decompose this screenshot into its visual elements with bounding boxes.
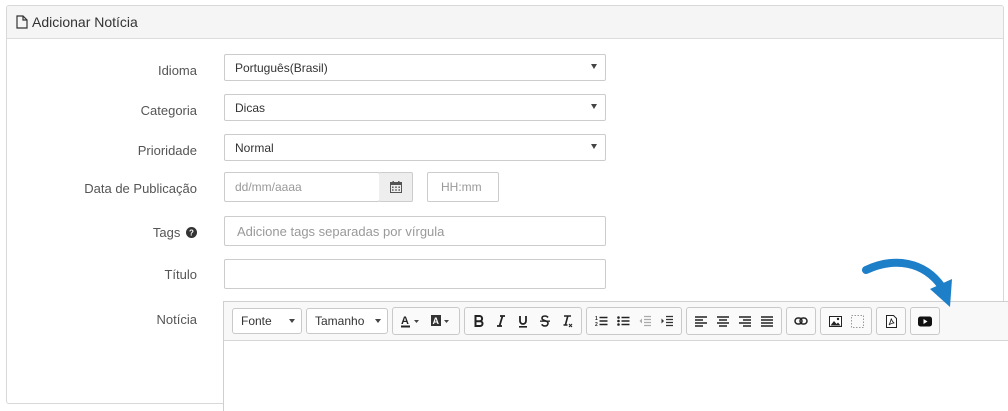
underline-button[interactable] [513, 311, 533, 331]
question-circle-icon[interactable]: ? [186, 227, 197, 238]
tags-input[interactable]: Adicione tags separadas por vírgula [224, 216, 606, 246]
svg-text:A: A [433, 316, 440, 326]
strikethrough-icon [540, 315, 550, 327]
data-publicacao-label: Data de Publicação [84, 181, 197, 196]
numbered-list-button[interactable]: 12 [591, 311, 611, 331]
list-group: 12 [586, 307, 682, 335]
align-right-button[interactable] [735, 311, 755, 331]
date-input[interactable]: dd/mm/aaaa [224, 172, 380, 202]
background-color-button[interactable]: A [427, 311, 455, 331]
idioma-value: Português(Brasil) [235, 60, 328, 75]
align-group [686, 307, 782, 335]
idioma-label: Idioma [157, 63, 197, 78]
size-combo-label: Tamanho [315, 314, 365, 328]
italic-button[interactable] [491, 311, 511, 331]
justify-button[interactable] [757, 311, 777, 331]
chevron-down-icon [289, 319, 295, 323]
bulleted-list-button[interactable] [613, 311, 633, 331]
chevron-down-icon [591, 144, 597, 149]
calendar-button[interactable] [379, 172, 413, 202]
date-placeholder: dd/mm/aaaa [235, 180, 302, 194]
bold-icon [474, 315, 484, 327]
idioma-select[interactable]: Português(Brasil) [224, 54, 606, 81]
youtube-icon [918, 316, 932, 326]
titulo-label: Título [164, 267, 197, 282]
text-color-icon: A [401, 315, 419, 328]
time-placeholder: HH:mm [441, 180, 482, 194]
link-group [786, 307, 816, 335]
size-combo[interactable]: Tamanho [306, 308, 388, 334]
link-button[interactable] [791, 311, 811, 331]
link-icon [794, 317, 808, 325]
font-combo-label: Fonte [241, 314, 272, 328]
remove-format-icon [563, 314, 573, 327]
categoria-label: Categoria [140, 103, 197, 118]
svg-text:2: 2 [595, 322, 598, 327]
prioridade-label: Prioridade [137, 143, 197, 158]
background-color-icon: A [431, 315, 449, 326]
chevron-down-icon [591, 104, 597, 109]
increase-indent-icon [661, 315, 673, 327]
numbered-list-icon: 12 [595, 316, 607, 327]
align-center-button[interactable] [713, 311, 733, 331]
image-icon [828, 315, 842, 327]
noticia-label: Notícia [156, 312, 197, 327]
panel-title: Adicionar Notícia [32, 14, 138, 30]
panel-header: Adicionar Notícia [7, 6, 1003, 39]
time-input[interactable]: HH:mm [427, 172, 499, 202]
increase-indent-button[interactable] [657, 311, 677, 331]
file-icon [16, 15, 28, 29]
font-combo[interactable]: Fonte [232, 308, 302, 334]
news-editor: Fonte Tamanho A A 12 [223, 301, 1008, 411]
categoria-value: Dicas [235, 100, 266, 115]
format-group [464, 307, 582, 335]
italic-icon [497, 315, 505, 327]
svg-text:?: ? [189, 229, 194, 238]
align-right-icon [739, 315, 751, 327]
bulleted-list-icon [616, 316, 629, 326]
chevron-down-icon [375, 319, 381, 323]
prioridade-select[interactable]: Normal [224, 134, 606, 161]
bold-button[interactable] [469, 311, 489, 331]
tags-label: Tags ? [153, 225, 197, 240]
text-color-button[interactable]: A [397, 311, 425, 331]
justify-icon [761, 315, 773, 327]
decrease-indent-button[interactable] [635, 311, 655, 331]
calendar-icon [389, 181, 402, 193]
align-left-icon [695, 315, 707, 327]
underline-icon [519, 315, 527, 328]
tags-label-text: Tags [152, 225, 181, 240]
annotation-arrow-icon [862, 258, 952, 307]
color-group: A A [392, 307, 460, 335]
remove-format-button[interactable] [557, 311, 577, 331]
image-button[interactable] [825, 311, 845, 331]
tags-placeholder: Adicione tags separadas por vírgula [237, 223, 445, 239]
prioridade-value: Normal [235, 140, 274, 155]
chevron-down-icon [591, 64, 597, 69]
titulo-input[interactable] [224, 259, 606, 289]
align-center-icon [717, 315, 729, 327]
align-left-button[interactable] [691, 311, 711, 331]
editor-content-area[interactable] [224, 341, 1008, 411]
svg-text:A: A [401, 315, 409, 327]
categoria-select[interactable]: Dicas [224, 94, 606, 121]
decrease-indent-icon [639, 315, 651, 327]
strikethrough-button[interactable] [535, 311, 555, 331]
